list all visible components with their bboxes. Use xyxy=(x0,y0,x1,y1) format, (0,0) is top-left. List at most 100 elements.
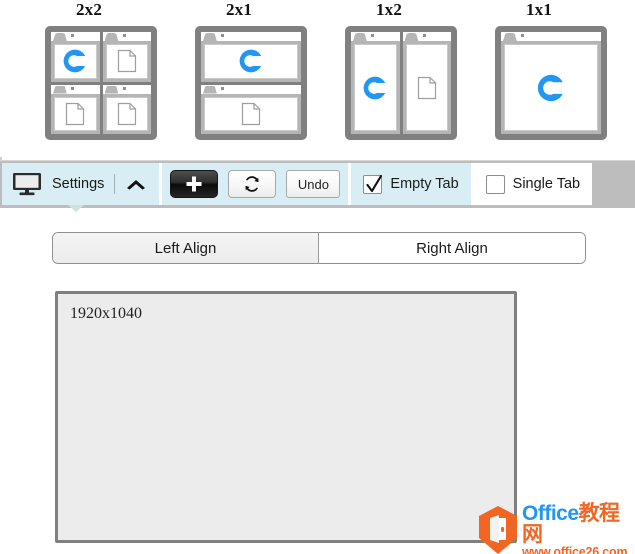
settings-button[interactable]: Settings xyxy=(2,163,163,212)
chevron-up-icon[interactable] xyxy=(125,176,147,192)
preview-tabbar xyxy=(51,84,100,94)
preview-pane-body xyxy=(204,96,298,131)
preview-tab-shape xyxy=(53,85,67,94)
toolbar: Settings Undo Empty Tab Single Tab xyxy=(2,163,633,212)
checkmark-icon xyxy=(366,174,383,192)
chrome-c-icon xyxy=(537,74,563,101)
layout-preset-strip: 2x2 2x1 1x2 1x1 xyxy=(0,0,635,157)
preview-pane-body xyxy=(54,44,97,79)
layout-2x1-icon xyxy=(195,26,307,140)
preview-pane-body xyxy=(105,96,148,131)
preview-pane-body xyxy=(204,44,298,79)
preview-tab-shape xyxy=(104,85,119,94)
layout-1x1-icon xyxy=(495,26,607,140)
preview-pane-body xyxy=(54,96,97,131)
empty-tab-checkbox[interactable]: Empty Tab xyxy=(351,163,474,205)
document-icon xyxy=(241,102,261,125)
align-segmented-control: Left Align Right Align xyxy=(52,232,586,264)
monitor-icon xyxy=(13,173,41,196)
layout-preset-2x1-label: 2x1 xyxy=(225,0,253,19)
layout-preset-2x2[interactable]: 2x2 xyxy=(14,0,164,152)
preview-pane-body xyxy=(105,44,148,79)
undo-button[interactable]: Undo xyxy=(286,170,341,198)
preview-pane-body xyxy=(405,44,448,131)
toolbar-actions-group: Undo xyxy=(162,163,352,205)
preview-tabbar xyxy=(351,32,400,41)
single-tab-checkbox-box[interactable] xyxy=(485,174,505,194)
settings-caret xyxy=(68,205,84,212)
add-button[interactable] xyxy=(170,170,219,198)
preview-tab-shape xyxy=(353,33,367,41)
preview-tab-shape xyxy=(203,33,217,41)
chrome-c-icon xyxy=(63,49,86,73)
preview-tabbar xyxy=(201,32,301,41)
preview-tabbar xyxy=(402,32,451,41)
settings-label: Settings xyxy=(52,176,105,192)
right-align-label: Right Align xyxy=(416,239,488,257)
preview-tab-dot xyxy=(422,34,426,37)
settings-divider xyxy=(114,174,116,194)
preview-tab-dot xyxy=(371,34,374,37)
single-tab-checkbox[interactable]: Single Tab xyxy=(473,163,593,205)
resolution-textarea-value: 1920x1040 xyxy=(70,305,142,322)
preview-tab-dot xyxy=(71,34,74,37)
app-root: 2x2 2x1 1x2 1x1 Settings Undo Empty Tab … xyxy=(0,0,635,554)
preview-pane xyxy=(102,84,151,134)
preview-tab-dot xyxy=(521,34,524,37)
preview-pane xyxy=(402,32,451,134)
preview-tabbar xyxy=(102,84,151,94)
document-icon xyxy=(117,102,136,125)
layout-preset-1x2[interactable]: 1x2 xyxy=(314,0,464,152)
preview-pane xyxy=(351,32,400,134)
empty-tab-label: Empty Tab xyxy=(390,176,459,192)
document-icon xyxy=(117,50,136,73)
watermark-text: Office教程网 www.office26.com xyxy=(522,503,635,554)
preview-pane xyxy=(102,32,151,82)
preview-tab-shape xyxy=(203,85,217,94)
preview-tabbar xyxy=(201,84,301,94)
preview-tabbar xyxy=(501,32,601,41)
refresh-button[interactable] xyxy=(228,170,277,198)
preview-tab-dot xyxy=(122,86,126,90)
left-align-label: Left Align xyxy=(154,239,217,257)
preview-tab-shape xyxy=(404,33,419,41)
plus-icon xyxy=(186,176,202,192)
chrome-c-icon xyxy=(239,49,262,73)
preview-tab-shape xyxy=(104,33,119,41)
preview-tab-shape xyxy=(53,33,67,41)
preview-tabbar xyxy=(51,32,100,41)
toolbar-container: Settings Undo Empty Tab Single Tab xyxy=(0,160,635,212)
chrome-c-icon xyxy=(363,76,386,99)
preview-tab-dot xyxy=(71,86,74,90)
refresh-icon xyxy=(245,176,259,192)
watermark-title-cn: 教程网 xyxy=(522,502,620,546)
preview-pane-body xyxy=(354,44,397,131)
preview-pane xyxy=(51,84,100,134)
preview-tab-dot xyxy=(122,34,126,37)
layout-1x2-icon xyxy=(345,26,457,140)
preview-tab-dot xyxy=(221,86,224,90)
preview-tab-dot xyxy=(221,34,224,37)
layout-preset-2x2-label: 2x2 xyxy=(75,0,103,19)
document-icon xyxy=(417,76,436,99)
layout-preset-1x1[interactable]: 1x1 xyxy=(464,0,614,152)
layout-preset-1x2-label: 1x2 xyxy=(375,0,403,19)
preview-tab-shape xyxy=(503,33,517,41)
preview-pane xyxy=(501,32,601,134)
single-tab-label: Single Tab xyxy=(512,176,581,192)
watermark-title-en: Office xyxy=(522,502,579,525)
left-align-button[interactable]: Left Align xyxy=(53,233,319,263)
resolution-textarea[interactable]: 1920x1040 xyxy=(55,291,517,543)
preview-tabbar xyxy=(102,32,151,41)
right-align-button[interactable]: Right Align xyxy=(319,233,585,263)
layout-preset-2x1[interactable]: 2x1 xyxy=(164,0,314,152)
layout-preset-1x1-label: 1x1 xyxy=(525,0,553,19)
watermark-title: Office教程网 xyxy=(522,503,635,545)
preview-pane xyxy=(201,32,301,82)
empty-tab-checkbox-box[interactable] xyxy=(363,174,383,194)
layout-2x2-icon xyxy=(45,26,157,140)
document-icon xyxy=(66,102,85,125)
preview-pane xyxy=(201,84,301,134)
preview-pane xyxy=(51,32,100,82)
preview-pane-body xyxy=(504,44,598,131)
